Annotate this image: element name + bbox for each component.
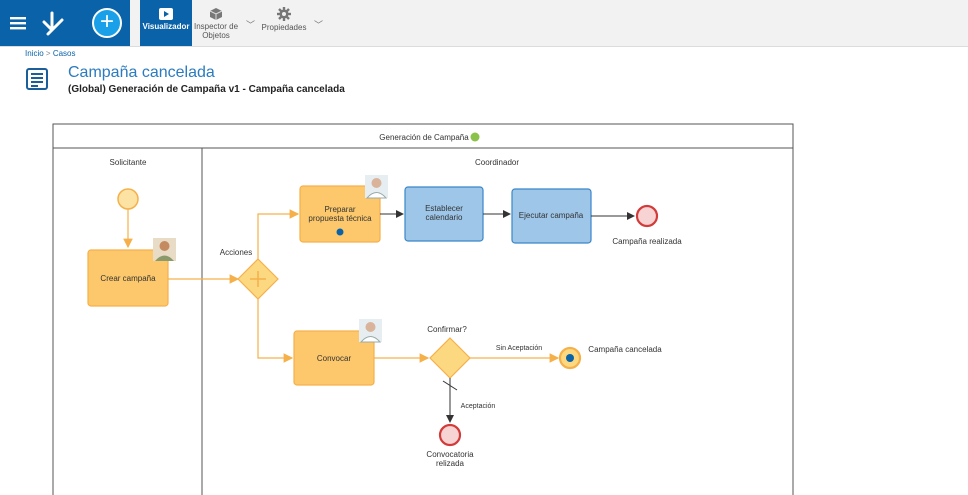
avatar-icon	[365, 175, 388, 199]
current-token-icon	[566, 354, 574, 362]
pool-border	[52, 123, 794, 495]
end-event-convocatoria-label-2: relizada	[436, 459, 465, 468]
end-event-campana-realizada-label: Campaña realizada	[612, 237, 682, 246]
status-indicator-icon	[470, 132, 480, 142]
gateway-acciones-label: Acciones	[220, 248, 252, 257]
task-crear-campana-label: Crear campaña	[100, 274, 156, 283]
end-event-convocatoria-label-1: Convocatoria	[426, 450, 474, 459]
task-establecer-label-1: Establecer	[425, 204, 463, 213]
end-event-campana-cancelada-label: Campaña cancelada	[588, 345, 662, 354]
task-ejecutar-label: Ejecutar campaña	[519, 211, 584, 220]
end-event-campana-realizada[interactable]	[635, 204, 659, 228]
end-event-convocatoria[interactable]	[438, 423, 462, 447]
lane-coordinador: Coordinador	[475, 158, 519, 167]
process-diagram[interactable]: Generación de Campaña Solicitante Coordi…	[0, 0, 968, 495]
task-preparar-label-1: Preparar	[324, 205, 355, 214]
avatar-icon	[153, 238, 176, 261]
task-establecer-label-2: calendario	[426, 213, 463, 222]
pool-title: Generación de Campaña	[379, 133, 469, 142]
flow-aceptacion-label: Aceptación	[461, 403, 496, 410]
start-event[interactable]	[117, 188, 139, 210]
flow-sin-aceptacion-label: Sin Aceptación	[496, 345, 542, 352]
avatar-icon	[359, 319, 382, 343]
task-preparar-label-2: propuesta técnica	[308, 214, 372, 223]
gateway-confirmar-label: Confirmar?	[427, 325, 467, 334]
current-token-icon	[336, 228, 344, 236]
task-convocar-label: Convocar	[317, 354, 352, 363]
lane-solicitante: Solicitante	[110, 158, 147, 167]
